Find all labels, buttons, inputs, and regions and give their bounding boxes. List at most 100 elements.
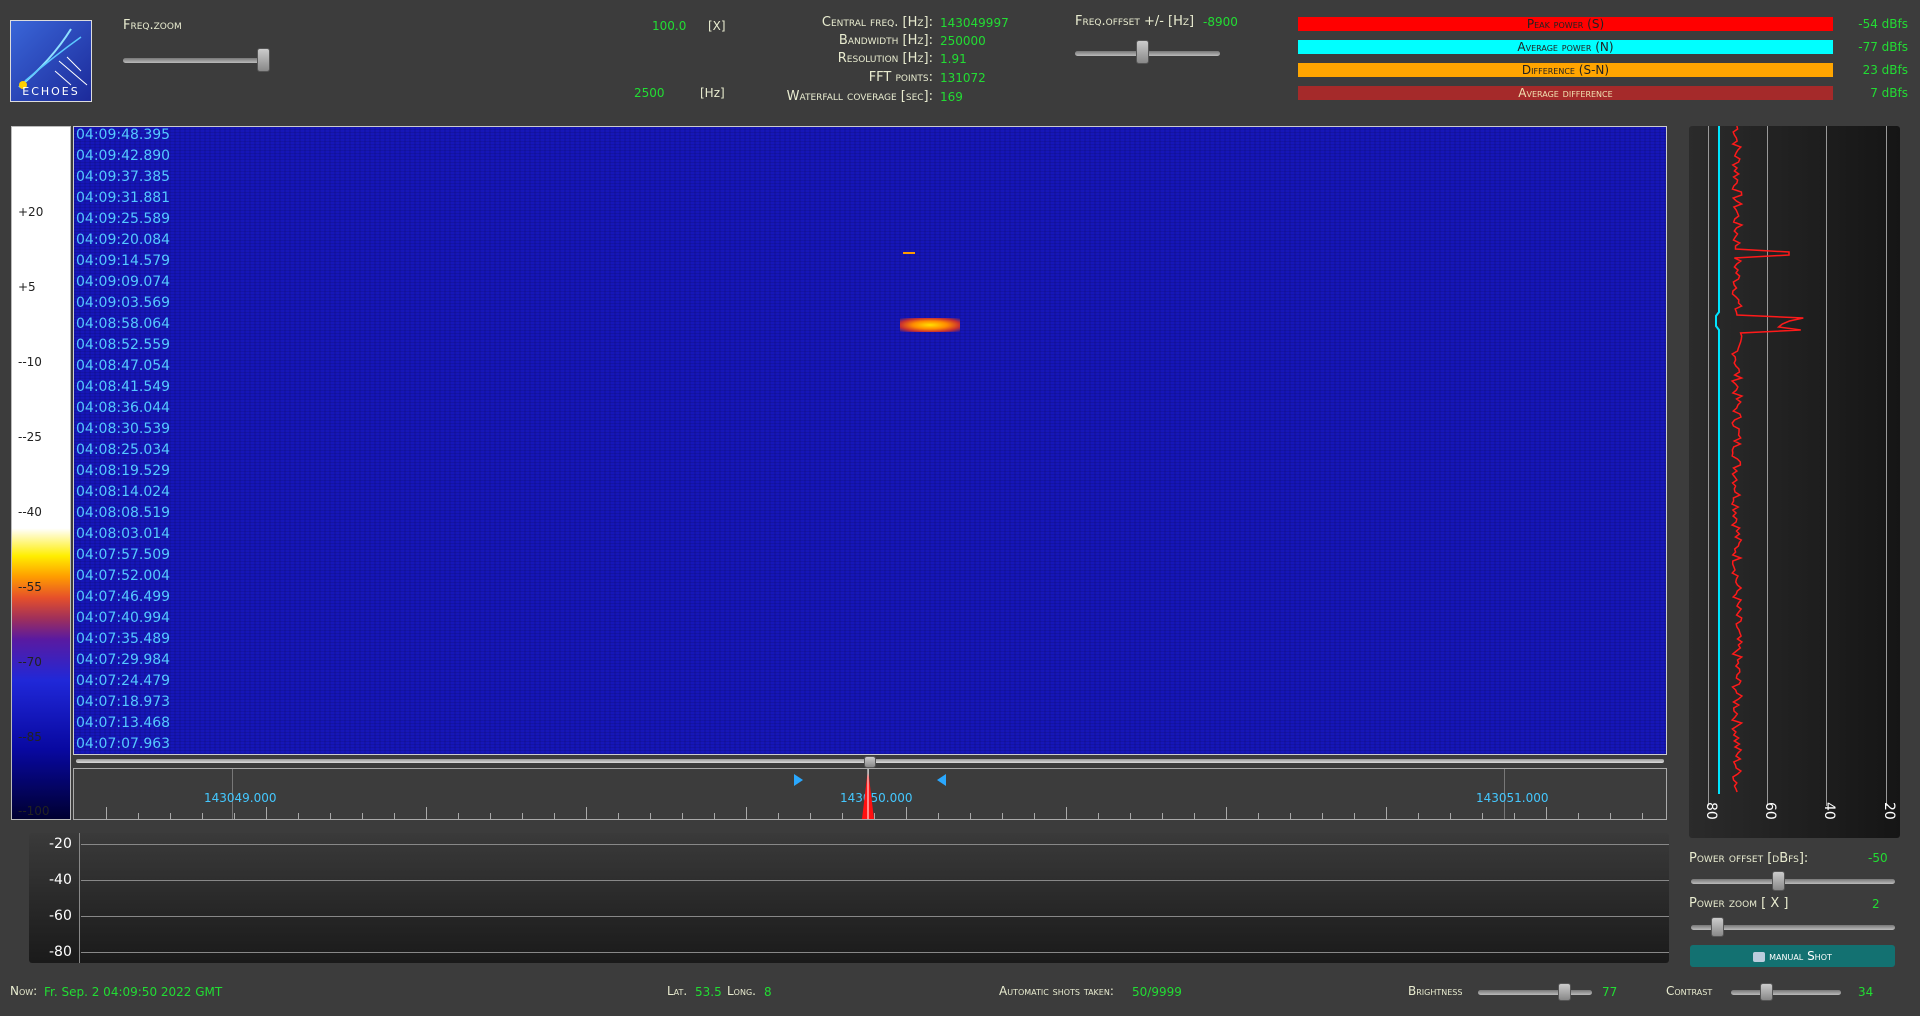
timestamp-label: 04:08:14.024 [76, 484, 171, 500]
bandwidth-right-marker-icon[interactable] [936, 773, 948, 787]
frequency-tick [1322, 813, 1323, 819]
frequency-tick [234, 813, 235, 819]
frequency-tick [458, 813, 459, 819]
timestamp-label: 04:09:42.890 [76, 148, 171, 164]
frequency-tick [298, 813, 299, 819]
power-zoom-slider-thumb[interactable] [1711, 917, 1724, 937]
color-scale-label: +20 [18, 205, 44, 219]
color-scale-label: --25 [18, 430, 42, 444]
freq-zoom-slider-track[interactable] [123, 58, 270, 63]
average-power-label: Average power (N) [1517, 40, 1614, 54]
frequency-tick [1034, 813, 1035, 819]
contrast-slider-track[interactable] [1731, 990, 1841, 995]
timestamp-label: 04:07:46.499 [76, 589, 171, 605]
freq-label-left: 143049.000 [204, 791, 277, 805]
resolution-value: 1.91 [940, 52, 967, 66]
frequency-tick [1066, 807, 1067, 819]
power-zoom-label: Power zoom [ X ] [1689, 896, 1789, 911]
power-axis-label: -20 [49, 836, 72, 852]
timestamp-label: 04:08:58.064 [76, 316, 171, 332]
frequency-tick [330, 813, 331, 819]
frequency-tick [1354, 813, 1355, 819]
timestamp-label: 04:08:36.044 [76, 400, 171, 416]
freq-zoom-value: 100.0 [652, 19, 687, 33]
waterfall-coverage-value: 169 [940, 90, 963, 104]
color-scale-label: +5 [18, 280, 36, 294]
frequency-tick [1386, 807, 1387, 819]
power-axis-label: -80 [49, 944, 72, 960]
central-freq-label: Central freq. [Hz]: [821, 15, 933, 30]
auto-shots-label: Automatic shots taken: [999, 984, 1114, 998]
power-grid-line [81, 844, 1669, 845]
frequency-tick [714, 813, 715, 819]
freq-offset-value: -8900 [1203, 15, 1238, 29]
frequency-tick [650, 813, 651, 819]
frequency-tick [1418, 813, 1419, 819]
average-difference-value: 7 dBfs [1870, 86, 1908, 100]
frequency-tick [842, 813, 843, 819]
frequency-tick [1610, 813, 1611, 819]
power-grid-line [81, 880, 1669, 881]
power-offset-value: -50 [1868, 851, 1888, 865]
frequency-tick [778, 813, 779, 819]
bandwidth-left-marker-icon[interactable] [792, 773, 804, 787]
freq-scrollbar-thumb[interactable] [864, 756, 876, 768]
frequency-tick [1258, 813, 1259, 819]
freq-offset-slider-thumb[interactable] [1136, 40, 1149, 64]
timestamp-label: 04:09:25.589 [76, 211, 171, 227]
frequency-tick [138, 813, 139, 819]
spectrum-axis-label: 60 [1762, 802, 1778, 820]
brightness-slider-thumb[interactable] [1558, 983, 1571, 1001]
average-power-line [1715, 126, 1720, 794]
power-grid-line [81, 916, 1669, 917]
meteor-echo-small [903, 252, 915, 254]
waterfall-display[interactable]: 04:09:48.395 04:09:42.890 04:09:37.385 04:0… [73, 126, 1667, 755]
frequency-tick [202, 813, 203, 819]
brightness-label: Brightness [1408, 984, 1463, 998]
timestamp-label: 04:08:30.539 [76, 421, 171, 437]
peak-power-line [1730, 126, 1804, 793]
frequency-tick [554, 813, 555, 819]
fft-points-label: FFT points: [868, 70, 933, 85]
frequency-tick [490, 813, 491, 819]
fft-points-value: 131072 [940, 71, 986, 85]
peak-power-value: -54 dBfs [1858, 17, 1908, 31]
frequency-tick [1290, 813, 1291, 819]
timestamp-label: 04:08:25.034 [76, 442, 171, 458]
timestamp-label: 04:09:31.881 [76, 190, 171, 206]
spectrum-plot [1715, 126, 1804, 794]
timestamp-label: 04:07:24.479 [76, 673, 171, 689]
power-offset-slider-track[interactable] [1691, 879, 1895, 884]
frequency-tick [394, 813, 395, 819]
color-scale-label: --70 [18, 655, 42, 669]
freq-zoom-unit: [X] [708, 19, 726, 33]
power-history-graph: -20 -40 -60 -80 [29, 833, 1669, 963]
average-power-value: -77 dBfs [1858, 40, 1908, 54]
frequency-tick [1098, 813, 1099, 819]
difference-bar: Difference (S-N) [1298, 63, 1833, 77]
timestamp-label: 04:07:29.984 [76, 652, 171, 668]
freq-zoom-slider-thumb[interactable] [257, 48, 270, 72]
brightness-slider-track[interactable] [1478, 990, 1592, 995]
peak-power-label: Peak power (S) [1526, 17, 1605, 31]
contrast-slider-thumb[interactable] [1760, 983, 1773, 1001]
manual-shot-button[interactable]: manual Shot [1690, 945, 1895, 967]
frequency-tick [1514, 813, 1515, 819]
timestamp-label: 04:07:52.004 [76, 568, 171, 584]
frequency-tick [906, 807, 907, 819]
timestamp-label: 04:08:08.519 [76, 505, 171, 521]
color-scale-label: --55 [18, 580, 42, 594]
timestamp-label: 04:08:47.054 [76, 358, 171, 374]
freq-label-right: 143051.000 [1476, 791, 1549, 805]
average-difference-bar: Average difference [1298, 86, 1833, 100]
timestamp-label: 04:09:20.084 [76, 232, 171, 248]
freq-label-center: 143050.000 [840, 791, 913, 805]
central-freq-value: 143049997 [940, 16, 1009, 30]
spectrum-axis-label: 80 [1703, 802, 1719, 820]
bandwidth-label: Bandwidth [Hz]: [838, 33, 933, 48]
frequency-tick [362, 813, 363, 819]
frequency-tick [1226, 807, 1227, 819]
freq-zoom-hz-unit: [Hz] [700, 86, 725, 100]
power-offset-slider-thumb[interactable] [1772, 871, 1785, 891]
frequency-tick [682, 813, 683, 819]
